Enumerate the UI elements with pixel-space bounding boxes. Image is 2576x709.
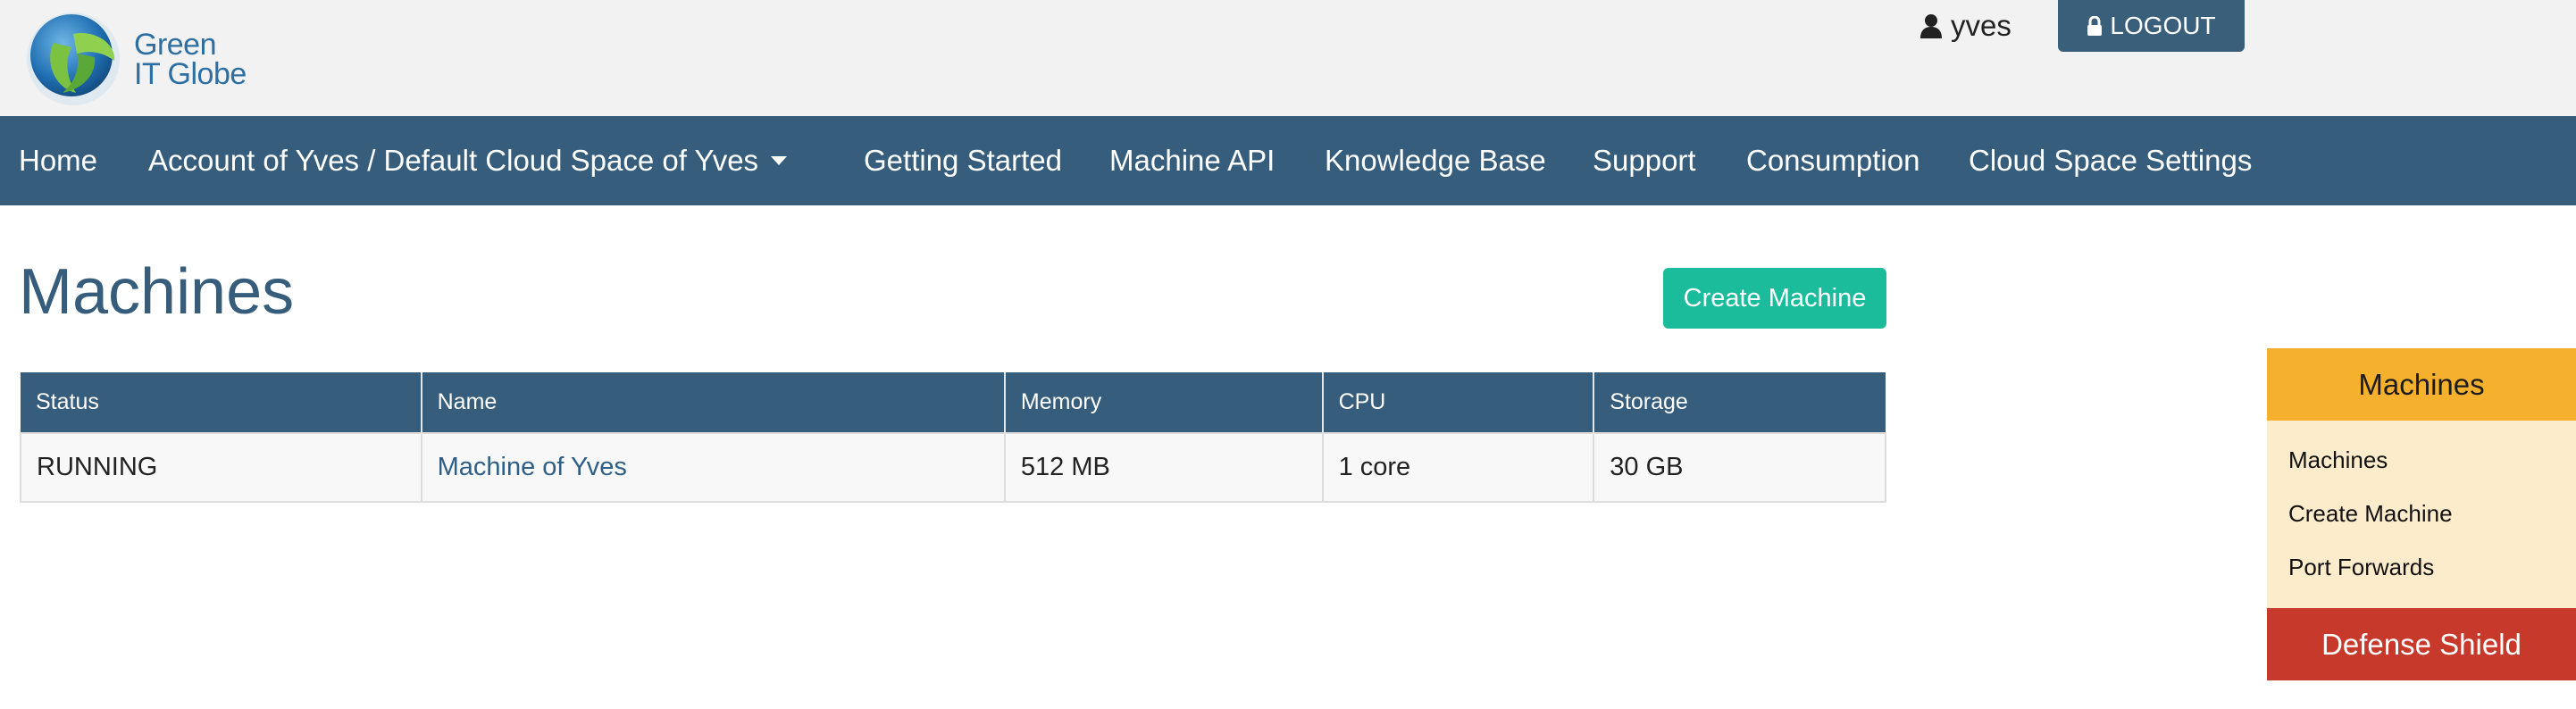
nav-home[interactable]: Home (19, 116, 97, 205)
sidebar-header: Machines (2267, 348, 2576, 421)
defense-shield-button[interactable]: Defense Shield (2267, 608, 2576, 680)
logout-button[interactable]: LOGOUT (2058, 0, 2245, 52)
column-header-name[interactable]: Name (421, 372, 1006, 433)
page-title: Machines (19, 256, 295, 328)
machines-table: Status Name Memory CPU Storage RUNNING M… (20, 372, 1886, 503)
logo-line-2: IT Globe (134, 57, 247, 91)
sidebar-list: Machines Create Machine Port Forwards (2267, 421, 2576, 608)
user-menu[interactable]: yves (1920, 5, 2011, 46)
user-icon (1920, 14, 1942, 38)
right-sidebar: Machines Machines Create Machine Port Fo… (2267, 348, 2576, 680)
caret-down-icon (771, 156, 788, 166)
nav-consumption[interactable]: Consumption (1746, 116, 1919, 205)
create-machine-button[interactable]: Create Machine (1663, 268, 1886, 329)
logout-label: LOGOUT (2110, 12, 2216, 39)
cell-name: Machine of Yves (420, 432, 1006, 503)
sidebar-item-port-forwards[interactable]: Port Forwards (2267, 540, 2576, 594)
nav-knowledge-base[interactable]: Knowledge Base (1325, 116, 1546, 205)
logo-text: Green IT Globe (134, 28, 247, 91)
logo-line-1: Green (134, 28, 216, 62)
nav-account-dropdown[interactable]: Account of Yves / Default Cloud Space of… (148, 116, 788, 205)
cell-status: RUNNING (20, 432, 422, 503)
main-navbar: Home Account of Yves / Default Cloud Spa… (0, 116, 2576, 205)
nav-getting-started[interactable]: Getting Started (864, 116, 1062, 205)
nav-support[interactable]: Support (1593, 116, 1696, 205)
username: yves (1951, 9, 2011, 42)
cell-storage: 30 GB (1593, 432, 1886, 503)
logo[interactable]: Green IT Globe (18, 7, 259, 107)
column-header-status[interactable]: Status (21, 372, 422, 433)
globe-logo-icon (27, 13, 120, 105)
top-bar: Green IT Globe yves LOGOUT (0, 0, 2576, 116)
column-header-storage[interactable]: Storage (1593, 372, 1886, 433)
sidebar-item-machines[interactable]: Machines (2267, 433, 2576, 487)
column-header-cpu[interactable]: CPU (1322, 372, 1595, 433)
lock-icon (2087, 16, 2103, 36)
table-row: RUNNING Machine of Yves 512 MB 1 core 30… (20, 432, 1886, 503)
machine-name-link[interactable]: Machine of Yves (438, 453, 627, 481)
table-header-row: Status Name Memory CPU Storage (21, 372, 1886, 433)
column-header-memory[interactable]: Memory (1004, 372, 1324, 433)
nav-cloud-space-settings[interactable]: Cloud Space Settings (1969, 116, 2252, 205)
cell-cpu: 1 core (1321, 432, 1595, 503)
sidebar-item-create-machine[interactable]: Create Machine (2267, 487, 2576, 540)
nav-account-label: Account of Yves / Default Cloud Space of… (148, 144, 759, 177)
nav-machine-api[interactable]: Machine API (1109, 116, 1275, 205)
cell-memory: 512 MB (1003, 432, 1324, 503)
